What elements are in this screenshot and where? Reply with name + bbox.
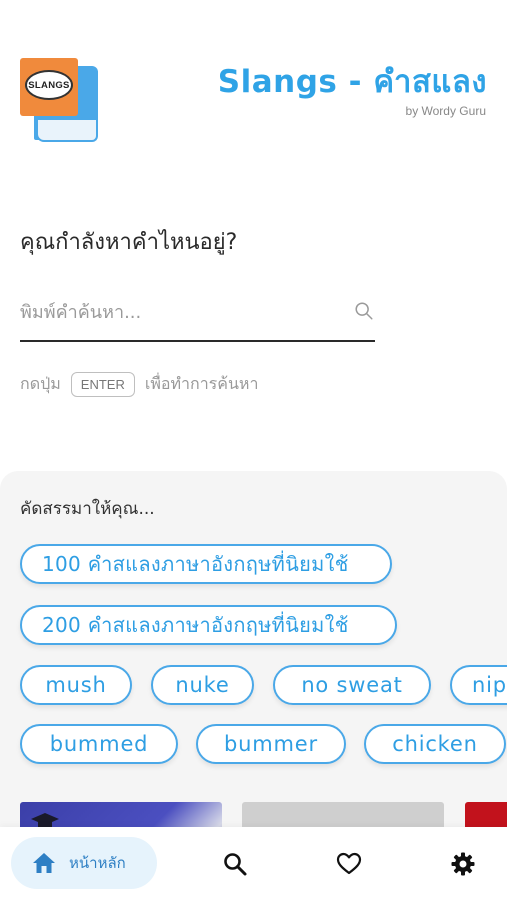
search-hint: กดปุ่ม ENTER เพื่อทำการค้นหา — [20, 372, 258, 397]
app-title: Slangs - คำสแลง — [217, 64, 487, 100]
nav-home[interactable]: หน้าหลัก — [11, 837, 157, 889]
chip-chicken[interactable]: chicken — [364, 724, 506, 764]
app-subtitle: by Wordy Guru — [405, 104, 486, 118]
chip-nip[interactable]: nip — [450, 665, 507, 705]
chip-top100[interactable]: 100 คำสแลงภาษาอังกฤษที่นิยมใช้ — [20, 544, 392, 584]
nav-home-label: หน้าหลัก — [69, 854, 126, 872]
logo-text: SLANGS — [25, 70, 73, 100]
hint-prefix: กดปุ่ม — [20, 374, 61, 393]
chip-no-sweat[interactable]: no sweat — [273, 665, 431, 705]
home-icon — [33, 853, 55, 873]
chip-bummer[interactable]: bummer — [196, 724, 346, 764]
hint-suffix: เพื่อทำการค้นหา — [144, 374, 259, 393]
suggestions-title: คัดสรรมาให้คุณ... — [20, 499, 155, 519]
search-icon[interactable] — [353, 300, 375, 322]
bottom-nav: หน้าหลัก — [0, 827, 507, 900]
search-box — [20, 290, 375, 342]
search-icon[interactable] — [222, 851, 248, 877]
search-question: คุณกำลังหาคำไหนอยู่? — [20, 230, 238, 255]
chip-bummed[interactable]: bummed — [20, 724, 178, 764]
heart-icon[interactable] — [336, 851, 362, 877]
chip-top200[interactable]: 200 คำสแลงภาษาอังกฤษที่นิยมใช้ — [20, 605, 397, 645]
chip-mush[interactable]: mush — [20, 665, 132, 705]
enter-key-badge: ENTER — [70, 372, 135, 397]
logo-book-pages — [36, 120, 98, 142]
app-logo: SLANGS — [20, 58, 100, 146]
gear-icon[interactable] — [450, 851, 476, 877]
search-input[interactable] — [20, 290, 340, 334]
logo-cover: SLANGS — [20, 58, 78, 116]
chip-nuke[interactable]: nuke — [151, 665, 254, 705]
